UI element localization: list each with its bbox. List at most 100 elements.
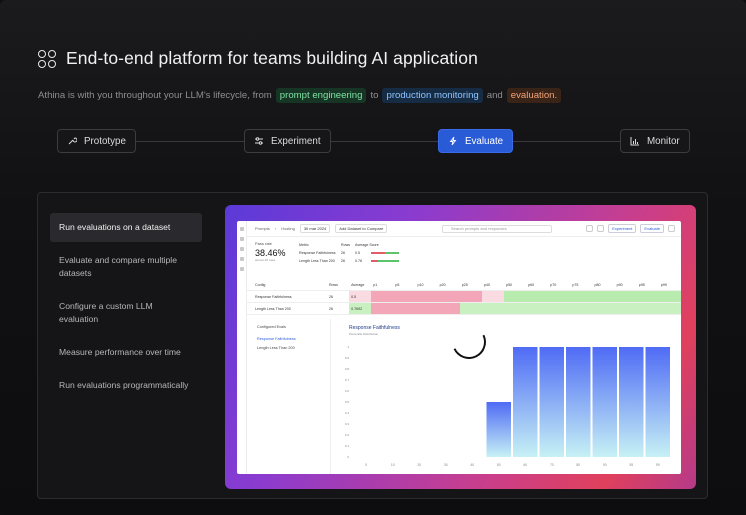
metrics-row: Response Faithfulness 26 0.5 bbox=[299, 249, 449, 257]
percentile-cell bbox=[437, 291, 460, 302]
percentile-cell bbox=[393, 291, 416, 302]
view-toggle-icon[interactable] bbox=[586, 225, 594, 232]
date-chip[interactable]: 30 mar 2024 bbox=[299, 224, 331, 233]
metric-name: Response Faithfulness bbox=[299, 251, 336, 255]
bar-chart-icon bbox=[630, 136, 640, 146]
download-icon[interactable] bbox=[668, 225, 675, 232]
row-count: 26 bbox=[328, 294, 333, 299]
row-count: 26 bbox=[328, 306, 333, 311]
percentile-cell bbox=[636, 291, 659, 302]
step-prototype[interactable]: Prototype bbox=[57, 129, 136, 153]
percentile-cell bbox=[503, 291, 527, 302]
menu-item-run-evaluations[interactable]: Run evaluations on a dataset bbox=[50, 213, 202, 242]
nav-icon bbox=[239, 257, 244, 261]
chart-bar[interactable] bbox=[645, 347, 671, 457]
percentile-header-cell: p70 bbox=[550, 282, 557, 287]
percentile-cell bbox=[570, 303, 593, 314]
percentile-cell bbox=[614, 291, 637, 302]
percentile-cell bbox=[592, 291, 615, 302]
metrics-table: Metric Rows Average Score Response Faith… bbox=[299, 241, 449, 265]
y-tick-label: 0.6 bbox=[345, 389, 350, 393]
y-tick-label: 0.8 bbox=[345, 367, 350, 371]
eval-length-less-than-200[interactable]: Length Less Than 200 bbox=[257, 346, 330, 350]
row-average: 0.7692 bbox=[349, 303, 372, 314]
menu-item-run-programmatically[interactable]: Run evaluations programmatically bbox=[50, 371, 202, 400]
nav-icon bbox=[239, 247, 244, 251]
topbar-actions: Experiment Evaluate bbox=[586, 224, 675, 233]
percentile-table: Config Rows Average p1 p5 p10 p20 p25 p40 p50 p60 p… bbox=[247, 279, 681, 315]
app-sidebar bbox=[237, 221, 247, 474]
add-dataset-button[interactable]: Add Dataset to Compare bbox=[335, 224, 388, 233]
percentile-cell bbox=[459, 291, 482, 302]
percentile-cell bbox=[415, 291, 438, 302]
evaluate-button[interactable]: Evaluate bbox=[640, 224, 664, 233]
menu-item-measure-performance[interactable]: Measure performance over time bbox=[50, 338, 202, 367]
x-tick-label: 50 bbox=[497, 463, 501, 467]
chart-bar[interactable] bbox=[566, 347, 591, 457]
percentile-cell bbox=[503, 303, 527, 314]
step-evaluate-label: Evaluate bbox=[465, 135, 504, 147]
x-tick-label: 20 bbox=[417, 463, 421, 467]
percentile-cell bbox=[371, 291, 394, 302]
eval-response-faithfulness[interactable]: Response Faithfulness bbox=[257, 337, 330, 341]
percentile-header-cell: p50 bbox=[505, 282, 512, 287]
percentile-row: Length Less Than 200 26 0.7692 bbox=[247, 303, 681, 315]
breadcrumb-hosting[interactable]: Hosting bbox=[281, 226, 295, 231]
athina-logo-icon bbox=[38, 49, 56, 68]
chart-bar[interactable] bbox=[513, 347, 538, 457]
percentile-cell bbox=[481, 291, 504, 302]
row-average: 0.5 bbox=[349, 291, 372, 302]
percentile-cell bbox=[393, 303, 416, 314]
x-tick-label: 40 bbox=[470, 463, 474, 467]
metric-rows: 26 bbox=[341, 251, 345, 255]
y-tick-label: 0.3 bbox=[345, 422, 350, 426]
percentile-header-cell: p40 bbox=[483, 282, 490, 287]
search-input[interactable]: Search prompts and responses bbox=[442, 224, 552, 233]
percentile-cell bbox=[548, 291, 571, 302]
percentile-cell bbox=[570, 291, 593, 302]
experiment-button[interactable]: Experiment bbox=[608, 224, 637, 233]
step-evaluate[interactable]: Evaluate bbox=[438, 129, 514, 153]
pill-evaluation: evaluation. bbox=[506, 88, 562, 103]
step-experiment-label: Experiment bbox=[271, 135, 321, 147]
pass-rate-card: Pass rate 38.46% across 26 rows bbox=[255, 241, 286, 262]
percentile-header-cell: p75 bbox=[572, 282, 579, 287]
percentile-cell bbox=[459, 303, 482, 314]
step-experiment[interactable]: Experiment bbox=[244, 129, 331, 153]
subtitle-prefix: Athina is with you throughout your LLM's… bbox=[38, 90, 272, 101]
percentile-cell bbox=[658, 291, 681, 302]
metrics-header-row: Metric Rows Average Score bbox=[299, 241, 449, 249]
breadcrumb-prompts[interactable]: Prompts bbox=[255, 226, 270, 231]
configured-evals: Configured Evals Response Faithfulness L… bbox=[247, 319, 331, 474]
percentile-cell bbox=[636, 303, 659, 314]
step-monitor[interactable]: Monitor bbox=[620, 129, 690, 153]
percentile-cell bbox=[481, 303, 504, 314]
nav-icon bbox=[239, 267, 244, 271]
percentile-cell bbox=[371, 303, 394, 314]
chart-bar[interactable] bbox=[539, 347, 565, 457]
x-tick-label: 70 bbox=[550, 463, 554, 467]
screenshot-frame: Prompts › Hosting 30 mar 2024 Add Datase… bbox=[225, 205, 696, 489]
subtitle-joiner-to: to bbox=[370, 90, 379, 101]
metric-rows: 26 bbox=[341, 259, 345, 263]
pass-rate-label: Pass rate bbox=[255, 241, 272, 246]
x-tick-label: 0 bbox=[365, 463, 367, 467]
pass-rate-value: 38.46% bbox=[255, 248, 286, 258]
chart-bar[interactable] bbox=[592, 347, 618, 457]
chart-bar[interactable] bbox=[619, 347, 644, 457]
app-topbar: Prompts › Hosting 30 mar 2024 Add Datase… bbox=[247, 221, 681, 237]
step-monitor-label: Monitor bbox=[647, 135, 680, 147]
menu-item-compare-datasets[interactable]: Evaluate and compare multiple datasets bbox=[50, 246, 202, 288]
chart-bar[interactable] bbox=[486, 402, 512, 457]
metrics-row: Length Less Than 200 26 0.76 bbox=[299, 257, 449, 265]
metric-score: 0.5 bbox=[355, 251, 360, 255]
x-tick-label: 60 bbox=[523, 463, 527, 467]
y-tick-label: 0.4 bbox=[345, 411, 350, 415]
percentile-cell bbox=[658, 303, 681, 314]
menu-item-custom-llm-eval[interactable]: Configure a custom LLM evaluation bbox=[50, 292, 202, 334]
settings-icon[interactable] bbox=[597, 225, 605, 232]
hero-subtitle: Athina is with you throughout your LLM's… bbox=[38, 88, 562, 103]
y-tick-label: 0.5 bbox=[345, 400, 350, 404]
y-tick-label: 0 bbox=[347, 455, 349, 459]
metric-score: 0.76 bbox=[355, 259, 362, 263]
